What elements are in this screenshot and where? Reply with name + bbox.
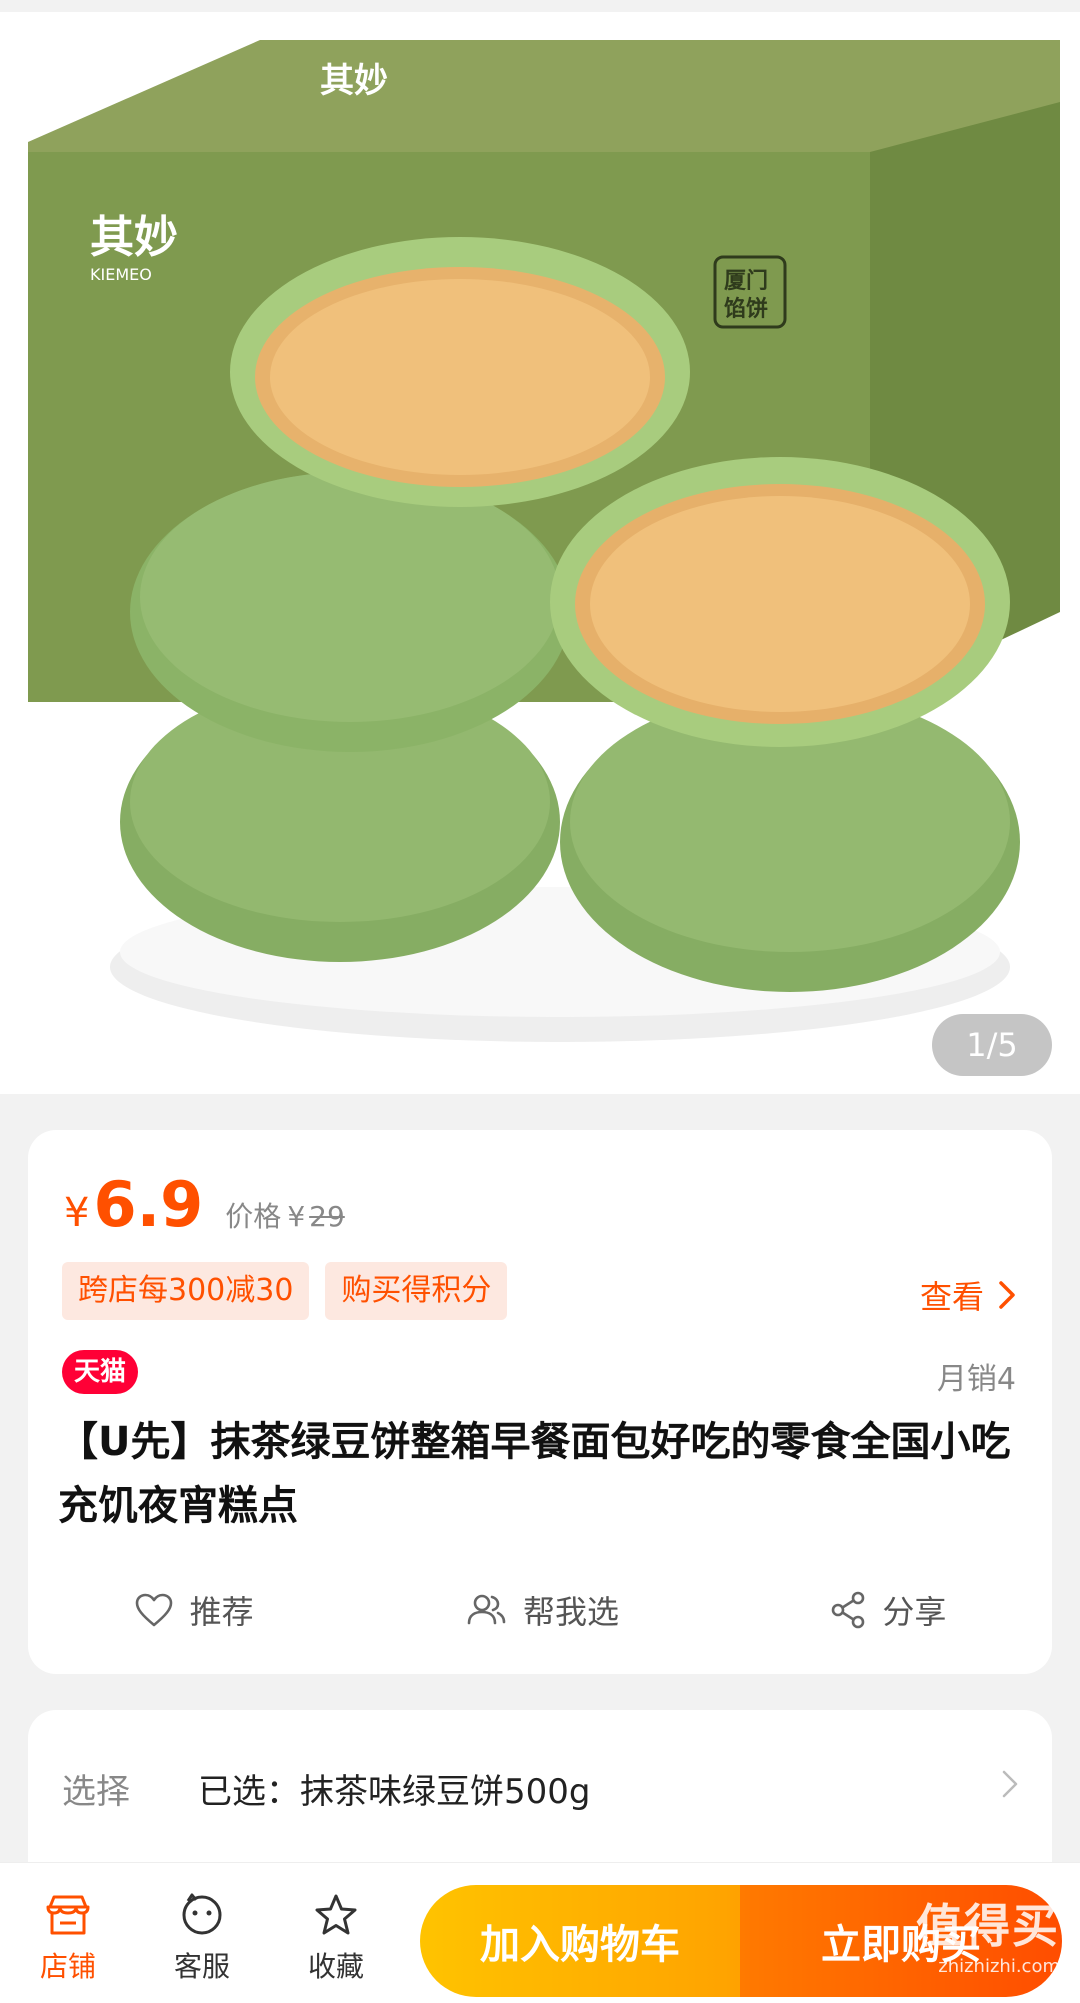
share-button[interactable]: 分享 bbox=[830, 1587, 946, 1633]
price-currency: ¥ bbox=[64, 1190, 90, 1236]
watermark-logo: 值得买 bbox=[916, 1899, 1060, 1953]
original-price-value: 29 bbox=[309, 1200, 345, 1233]
svg-text:馅饼: 馅饼 bbox=[724, 296, 768, 322]
help-choose-label: 帮我选 bbox=[522, 1593, 619, 1631]
promo-tag[interactable]: 购买得积分 bbox=[325, 1262, 508, 1320]
product-info-card: ¥ 6.9 价格 ¥ 29 跨店每300减30 购买得积分 查看 天猫 月销4 … bbox=[28, 1130, 1052, 1674]
service-label: 客服 bbox=[173, 1950, 230, 1983]
help-choose-button[interactable]: 帮我选 bbox=[465, 1587, 619, 1633]
promo-tags: 跨店每300减30 购买得积分 bbox=[62, 1262, 508, 1320]
view-label: 查看 bbox=[919, 1278, 984, 1316]
service-tab[interactable]: 客服 bbox=[152, 1893, 252, 1985]
product-title: 【U先】抹茶绿豆饼整箱早餐面包好吃的零食全国小吃充饥夜宵糕点 bbox=[58, 1419, 1011, 1529]
monthly-sales: 月销4 bbox=[936, 1362, 1016, 1397]
star-icon bbox=[315, 1894, 357, 1935]
recommend-button[interactable]: 推荐 bbox=[134, 1587, 254, 1633]
original-price-label: 价格 bbox=[225, 1200, 282, 1233]
recommend-label: 推荐 bbox=[189, 1593, 254, 1631]
original-price-currency: ¥ bbox=[287, 1200, 306, 1233]
favorite-tab[interactable]: 收藏 bbox=[286, 1893, 386, 1985]
heart-icon bbox=[135, 1593, 172, 1627]
chevron-right-icon bbox=[999, 1281, 1015, 1309]
svg-text:厦门: 厦门 bbox=[724, 268, 768, 294]
action-row: 推荐 帮我选 分享 bbox=[28, 1570, 1052, 1650]
promo-tag[interactable]: 跨店每300减30 bbox=[62, 1262, 310, 1320]
svg-text:其妙: 其妙 bbox=[320, 61, 388, 101]
svg-text:其妙: 其妙 bbox=[90, 212, 178, 263]
product-photo: 其妙 KIEMEO 其妙 厦门 馅饼 bbox=[0, 12, 1080, 1094]
product-image[interactable]: 其妙 KIEMEO 其妙 厦门 馅饼 1/5 bbox=[0, 12, 1080, 1094]
shop-label: 店铺 bbox=[39, 1950, 96, 1983]
top-strip bbox=[0, 0, 1080, 12]
favorite-label: 收藏 bbox=[307, 1950, 364, 1983]
store-icon bbox=[46, 1895, 90, 1935]
selection-label: 选择 bbox=[62, 1772, 130, 1812]
watermark-url: zhizhizhi.com bbox=[938, 1956, 1060, 1977]
share-label: 分享 bbox=[882, 1593, 947, 1631]
share-icon bbox=[832, 1591, 865, 1629]
view-promos-link[interactable]: 查看 bbox=[920, 1272, 1016, 1318]
chevron-right-icon bbox=[1002, 1770, 1018, 1798]
price-value: 6.9 bbox=[93, 1168, 204, 1241]
add-to-cart-button[interactable]: 加入购物车 bbox=[420, 1885, 740, 1997]
watermark: 值得买 zhizhizhi.com bbox=[916, 1890, 1060, 1977]
selected-sku: 已选：抹茶味绿豆饼500g bbox=[198, 1772, 591, 1812]
users-icon bbox=[467, 1594, 506, 1625]
customer-service-icon bbox=[182, 1893, 222, 1935]
tmall-badge: 天猫 bbox=[62, 1350, 139, 1394]
price-row: ¥ 6.9 价格 ¥ 29 bbox=[64, 1168, 345, 1248]
shop-tab[interactable]: 店铺 bbox=[18, 1893, 118, 1985]
image-counter: 1/5 bbox=[932, 1014, 1052, 1076]
svg-text:KIEMEO: KIEMEO bbox=[90, 265, 152, 284]
